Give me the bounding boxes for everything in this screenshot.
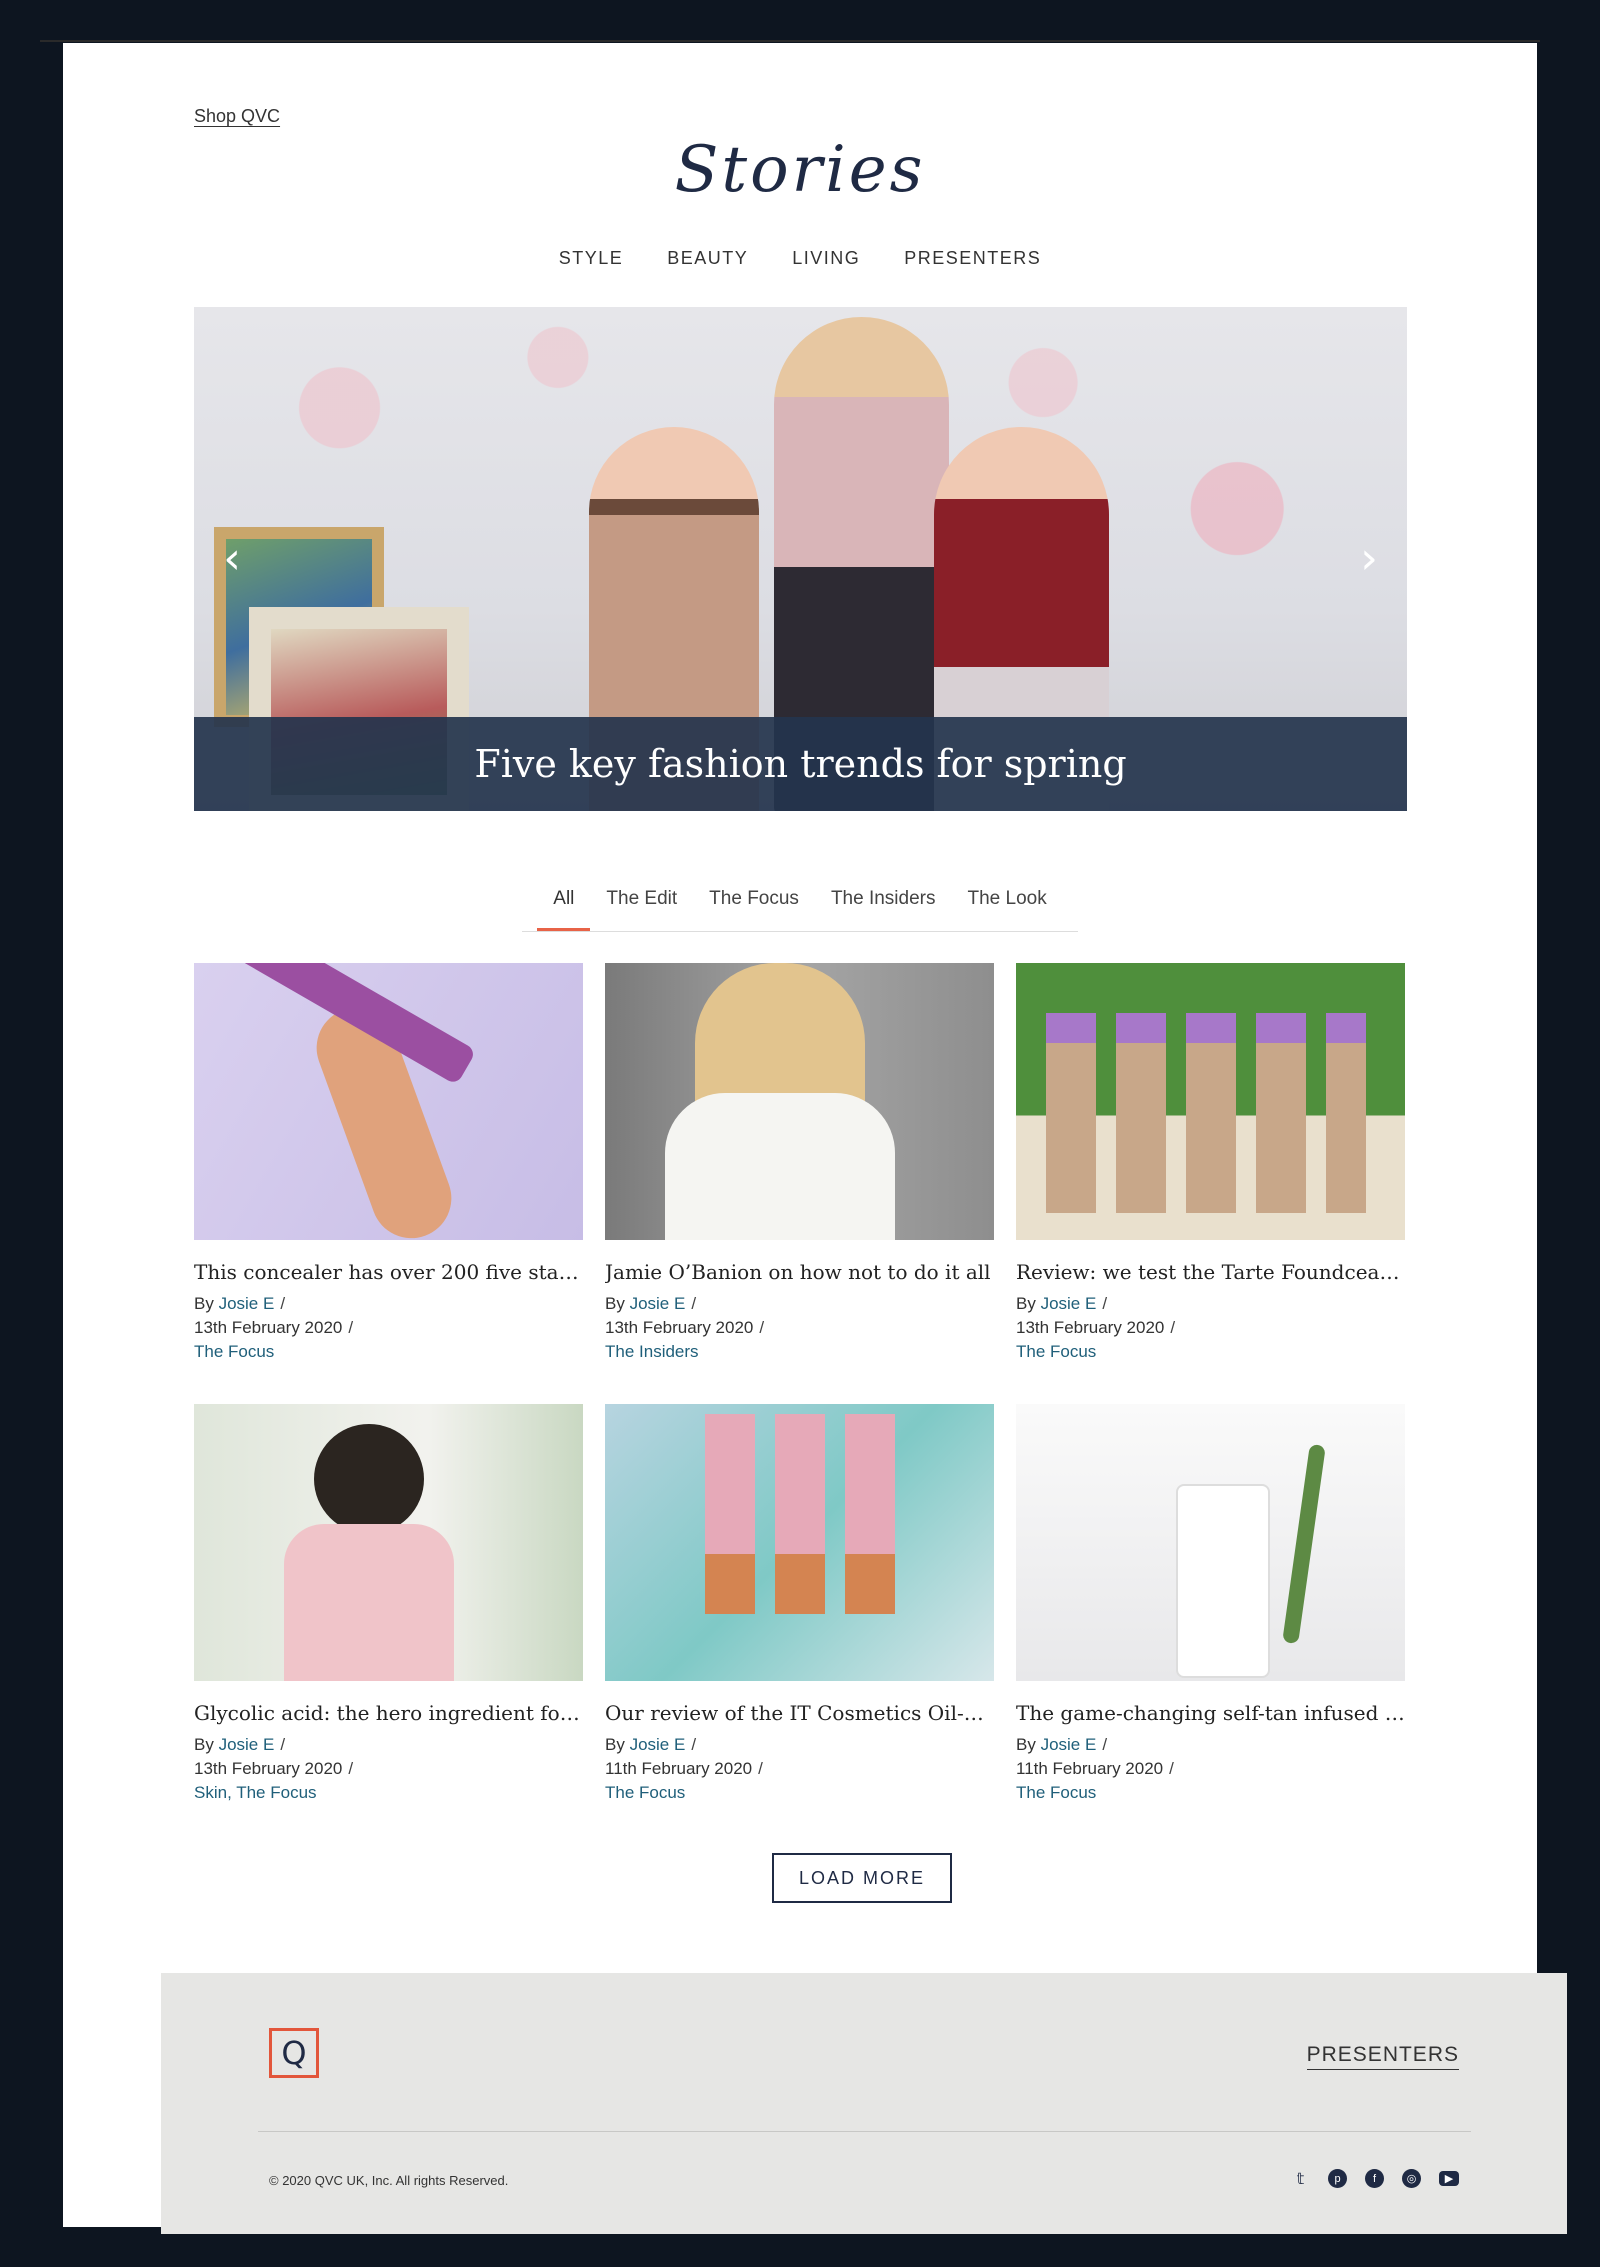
youtube-icon[interactable]: ▶ [1439,2171,1459,2186]
by-label: By [605,1294,625,1313]
shop-qvc-link[interactable]: Shop QVC [194,106,280,127]
author-link[interactable]: Josie E [630,1735,686,1754]
instagram-icon[interactable]: ◎ [1402,2169,1421,2188]
article-date: 13th February 2020 [194,1759,343,1778]
article-image[interactable] [1016,963,1405,1240]
article-grid: This concealer has over 200 five star re… [194,963,1407,1805]
copyright-text: © 2020 QVC UK, Inc. All rights Reserved. [269,2173,509,2188]
article-image[interactable] [1016,1404,1405,1681]
qvc-logo-icon[interactable]: Q [269,2028,319,2078]
category-link[interactable]: The Focus [605,1783,685,1802]
tab-the-edit[interactable]: The Edit [590,878,693,931]
article-title[interactable]: Review: we test the Tarte Foundcealer Fo… [1016,1260,1405,1284]
by-label: By [194,1735,214,1754]
author-link[interactable]: Josie E [630,1294,686,1313]
nav-item-presenters[interactable]: PRESENTERS [904,248,1041,269]
by-label: By [1016,1294,1036,1313]
by-label: By [194,1294,214,1313]
article-image[interactable] [194,963,583,1240]
article-title[interactable]: The game-changing self-tan infused wit..… [1016,1701,1405,1725]
article-card[interactable]: Jamie O’Banion on how not to do it all B… [605,963,994,1364]
article-meta: By Josie E/ 13th February 2020/ The Focu… [194,1294,354,1361]
article-card[interactable]: Glycolic acid: the hero ingredient for d… [194,1404,583,1805]
article-meta: By Josie E/ 13th February 2020/ The Insi… [605,1294,765,1361]
author-link[interactable]: Josie E [219,1735,275,1754]
nav-item-beauty[interactable]: BEAUTY [667,248,748,269]
article-date: 13th February 2020 [1016,1318,1165,1337]
by-label: By [605,1735,625,1754]
tab-the-focus[interactable]: The Focus [693,878,815,931]
article-meta: By Josie E/ 13th February 2020/ The Focu… [1016,1294,1176,1361]
article-title[interactable]: Our review of the IT Cosmetics Oil-Free … [605,1701,994,1725]
author-link[interactable]: Josie E [1041,1294,1097,1313]
nav-item-living[interactable]: LIVING [792,248,860,269]
chevron-left-icon[interactable]: ‹ [212,529,252,589]
article-date: 11th February 2020 [605,1759,753,1778]
chevron-right-icon[interactable]: › [1349,529,1389,589]
category-link[interactable]: Skin, The Focus [194,1783,317,1802]
article-meta: By Josie E/ 11th February 2020/ The Focu… [1016,1735,1174,1802]
category-filter-tabs: All The Edit The Focus The Insiders The … [63,878,1537,932]
footer-presenters-link[interactable]: PRESENTERS [1306,2043,1459,2070]
article-card[interactable]: Review: we test the Tarte Foundcealer Fo… [1016,963,1405,1364]
window-top-edge [40,40,1540,42]
article-card[interactable]: The game-changing self-tan infused wit..… [1016,1404,1405,1805]
load-more-button[interactable]: LOAD MORE [772,1853,952,1903]
site-logo[interactable]: Stories [63,133,1537,207]
hero-carousel[interactable]: ‹ › Five key fashion trends for spring [194,307,1407,811]
footer-divider [258,2131,1471,2132]
article-meta: By Josie E/ 13th February 2020/ Skin, Th… [194,1735,354,1802]
article-title[interactable]: This concealer has over 200 five star re… [194,1260,583,1284]
article-date: 11th February 2020 [1016,1759,1164,1778]
author-link[interactable]: Josie E [219,1294,275,1313]
tab-the-look[interactable]: The Look [951,878,1062,931]
category-link[interactable]: The Insiders [605,1342,699,1361]
category-link[interactable]: The Focus [1016,1342,1096,1361]
article-image[interactable] [194,1404,583,1681]
category-link[interactable]: The Focus [1016,1783,1096,1802]
page-canvas: Shop QVC Stories STYLE BEAUTY LIVING PRE… [63,43,1567,2234]
nav-item-style[interactable]: STYLE [559,248,624,269]
tab-all[interactable]: All [537,878,591,931]
article-card[interactable]: This concealer has over 200 five star re… [194,963,583,1364]
facebook-icon[interactable]: f [1365,2169,1384,2188]
social-links: 𝕥 p f ◎ ▶ [1291,2169,1459,2188]
article-date: 13th February 2020 [194,1318,343,1337]
main-nav: STYLE BEAUTY LIVING PRESENTERS [63,248,1537,269]
article-card[interactable]: Our review of the IT Cosmetics Oil-Free … [605,1404,994,1805]
article-meta: By Josie E/ 11th February 2020/ The Focu… [605,1735,763,1802]
category-link[interactable]: The Focus [194,1342,274,1361]
article-title[interactable]: Glycolic acid: the hero ingredient for d… [194,1701,583,1725]
hero-caption[interactable]: Five key fashion trends for spring [194,717,1407,811]
by-label: By [1016,1735,1036,1754]
tab-the-insiders[interactable]: The Insiders [815,878,952,931]
pinterest-icon[interactable]: p [1328,2169,1347,2188]
article-date: 13th February 2020 [605,1318,754,1337]
article-image[interactable] [605,1404,994,1681]
article-image[interactable] [605,963,994,1240]
author-link[interactable]: Josie E [1041,1735,1097,1754]
twitter-icon[interactable]: 𝕥 [1291,2169,1310,2188]
site-footer: Q PRESENTERS © 2020 QVC UK, Inc. All rig… [161,1973,1567,2234]
article-title[interactable]: Jamie O’Banion on how not to do it all [605,1260,994,1284]
